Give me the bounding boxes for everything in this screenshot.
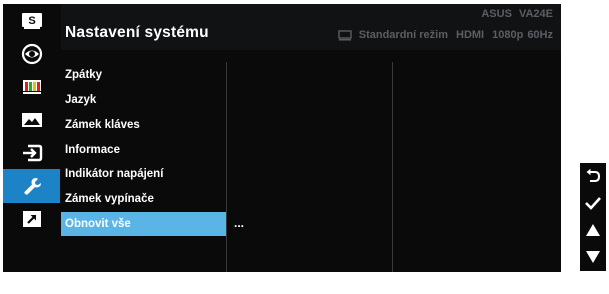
sidebar-item-input-select[interactable] — [3, 136, 60, 170]
sidebar-item-shortcut[interactable] — [3, 202, 60, 236]
column-divider — [226, 62, 227, 272]
picture-icon — [21, 113, 42, 127]
sidebar-item-color[interactable] — [3, 70, 60, 104]
header-bar: Nastavení systému ASUS VA24E Standardní … — [61, 4, 561, 50]
menu-item-obnovit-vse[interactable]: Obnovit vše — [61, 212, 226, 236]
confirm-key[interactable] — [580, 190, 606, 216]
menu-item-indikator-napajeni[interactable]: Indikátor napájení — [61, 162, 226, 186]
back-icon — [586, 168, 601, 182]
status-input: HDMI — [456, 29, 485, 41]
page-title: Nastavení systému — [65, 24, 209, 41]
down-key[interactable] — [580, 244, 606, 270]
back-key[interactable] — [580, 163, 606, 189]
down-arrow-icon — [586, 251, 600, 263]
nav-keys — [580, 163, 606, 271]
sidebar-item-splendid[interactable]: S — [3, 4, 60, 38]
input-icon — [22, 144, 42, 162]
sidebar-item-system-setup[interactable] — [3, 169, 60, 203]
sidebar-item-eye-care[interactable] — [3, 37, 60, 71]
wrench-icon — [23, 178, 41, 195]
check-icon — [585, 197, 601, 210]
s-letter-icon: S — [21, 13, 42, 29]
eye-icon — [21, 43, 42, 65]
up-key[interactable] — [580, 217, 606, 243]
color-bars-icon — [22, 80, 41, 94]
monitor-model: ASUS VA24E — [481, 8, 553, 20]
status-mode: Standardní režim — [358, 29, 448, 41]
menu-item-jazyk[interactable]: Jazyk — [61, 88, 226, 112]
menu-item-zamek-klaves[interactable]: Zámek kláves — [61, 113, 226, 137]
status-refresh: 60Hz — [527, 29, 553, 41]
detail-column — [393, 62, 561, 272]
svg-text:S: S — [28, 15, 35, 27]
icon-sidebar: S — [3, 4, 60, 272]
submenu-column: ... — [228, 62, 391, 272]
submenu-value[interactable]: ... — [234, 216, 244, 230]
status-resolution: 1080p — [492, 29, 524, 41]
osd-panel: S Nastavení systému ASUS VA24E Standardn… — [3, 4, 561, 272]
menu-item-zpatky[interactable]: Zpátky — [61, 63, 226, 87]
menu-item-zamek-vypinace[interactable]: Zámek vypínače — [61, 187, 226, 211]
menu-item-informace[interactable]: Informace — [61, 138, 226, 162]
monitor-icon — [338, 29, 352, 40]
up-arrow-icon — [586, 224, 600, 236]
status-line: Standardní režim HDMI 1080p 60Hz — [338, 29, 553, 41]
arrow-icon — [22, 211, 41, 227]
sidebar-item-image[interactable] — [3, 103, 60, 137]
menu-list: Zpátky Jazyk Zámek kláves Informace Indi… — [61, 62, 226, 272]
